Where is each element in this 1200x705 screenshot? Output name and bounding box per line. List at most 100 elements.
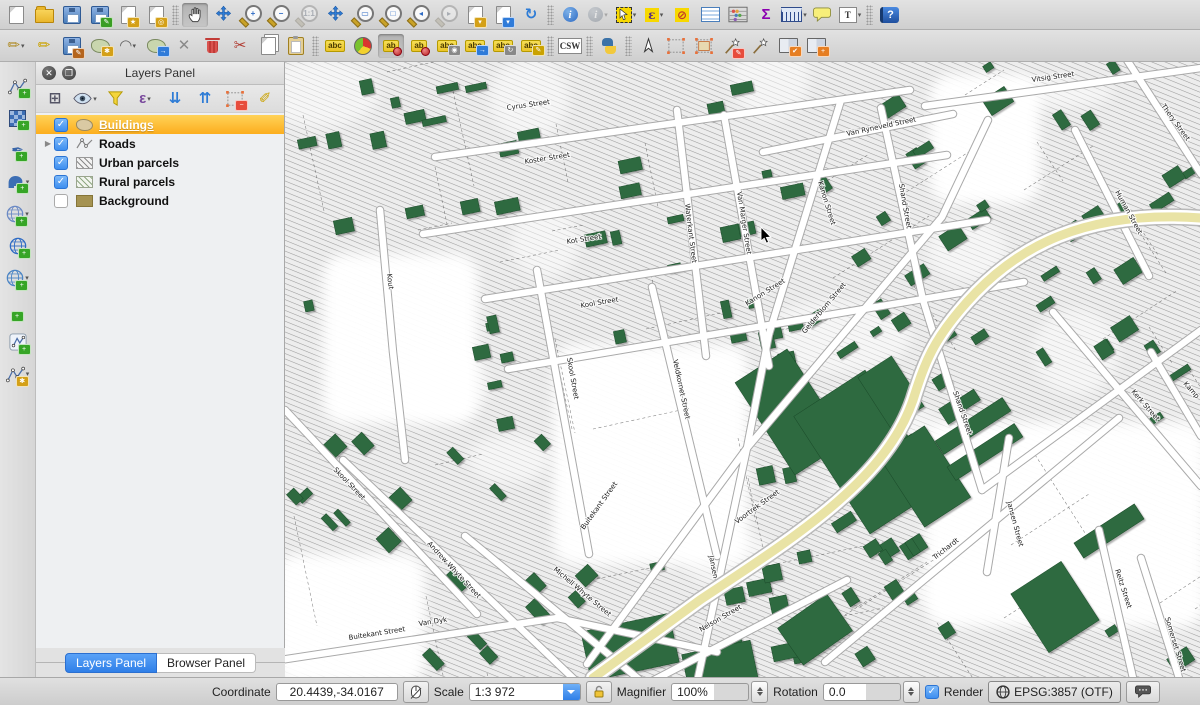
- toggle-editing-button[interactable]: ✏: [31, 34, 57, 58]
- layer-row-roads[interactable]: ▶✓Roads: [36, 134, 284, 153]
- expander-icon[interactable]: ▶: [42, 139, 54, 148]
- circular-string-button[interactable]: ◠▾: [115, 34, 141, 58]
- new-virtual-layer-button[interactable]: ✱▾: [5, 362, 31, 386]
- new-bookmark-button[interactable]: ▾: [462, 3, 488, 27]
- panel-float-icon[interactable]: ❐: [62, 66, 76, 80]
- layer-row-background[interactable]: Background: [36, 191, 284, 210]
- refresh-map-button[interactable]: ↻: [518, 3, 544, 27]
- zoom-in-button[interactable]: +: [238, 3, 264, 27]
- metasearch-csw-button[interactable]: CSW: [557, 34, 583, 58]
- style-book-add-button[interactable]: +: [803, 34, 829, 58]
- label-move-button[interactable]: abc→: [462, 34, 488, 58]
- coordinate-input[interactable]: 20.4439,-34.0167: [276, 683, 398, 701]
- toggle-extents-button[interactable]: [403, 681, 429, 703]
- new-print-composer-button[interactable]: ★: [115, 3, 141, 27]
- expand-all-button[interactable]: ⇊: [161, 87, 189, 111]
- crs-status-button[interactable]: EPSG:3857 (OTF): [988, 681, 1121, 703]
- layer-checkbox[interactable]: ✓: [54, 175, 68, 189]
- label-pie-button[interactable]: [350, 34, 376, 58]
- add-feature-button[interactable]: ✱: [87, 34, 113, 58]
- clean-style-button[interactable]: ✐: [251, 87, 279, 111]
- map-tips-button[interactable]: [809, 3, 835, 27]
- add-group-button[interactable]: ⊞: [41, 87, 69, 111]
- layer-row-rural-parcels[interactable]: ✓Rural parcels: [36, 172, 284, 191]
- save-project-button[interactable]: [59, 3, 85, 27]
- save-layer-edits-button[interactable]: ✎: [59, 34, 85, 58]
- add-raster-layer-button[interactable]: +: [5, 106, 31, 130]
- magnifier-stepper[interactable]: [751, 681, 768, 703]
- north-arrow-button[interactable]: [635, 34, 661, 58]
- image-frame-button[interactable]: [691, 34, 717, 58]
- composer-manager-button[interactable]: ◎: [143, 3, 169, 27]
- add-wfs-layer-button[interactable]: +▾: [5, 266, 31, 290]
- label-layer-button[interactable]: abc: [322, 34, 348, 58]
- zoom-last-button[interactable]: ◂: [406, 3, 432, 27]
- open-project-button[interactable]: [31, 3, 57, 27]
- scale-lock-button[interactable]: [586, 681, 612, 703]
- python-console-button[interactable]: [596, 34, 622, 58]
- select-region-button[interactable]: [663, 34, 689, 58]
- filter-legend-button[interactable]: [101, 87, 129, 111]
- statistical-summary-button[interactable]: Σ: [753, 3, 779, 27]
- move-feature-button[interactable]: →: [143, 34, 169, 58]
- rotation-stepper[interactable]: [903, 681, 920, 703]
- map-canvas[interactable]: Cyrus StreetKoster StreetKot StreetKool …: [285, 62, 1200, 677]
- style-book-check-button[interactable]: ✔: [775, 34, 801, 58]
- remove-layer-button[interactable]: −: [221, 87, 249, 111]
- new-project-button[interactable]: [3, 3, 29, 27]
- zoom-to-layer-button[interactable]: ▭: [350, 3, 376, 27]
- magnifier-spinbox[interactable]: 100%: [671, 681, 768, 703]
- layer-checkbox[interactable]: ✓: [54, 137, 68, 151]
- text-annotation-button[interactable]: T▾: [837, 3, 863, 27]
- open-attribute-table-button[interactable]: [697, 3, 723, 27]
- filter-by-expression-button[interactable]: ε▾: [131, 87, 159, 111]
- pan-map-button[interactable]: [182, 3, 208, 27]
- rotation-spinbox[interactable]: 0.0: [823, 681, 920, 703]
- deselect-all-button[interactable]: ⊘: [669, 3, 695, 27]
- help-button[interactable]: ?: [876, 3, 902, 27]
- pan-to-selection-button[interactable]: [210, 3, 236, 27]
- current-edits-button[interactable]: ✏▾: [3, 34, 29, 58]
- field-calculator-button[interactable]: [725, 3, 751, 27]
- save-project-as-button[interactable]: ✎: [87, 3, 113, 27]
- panel-close-icon[interactable]: ✕: [42, 66, 56, 80]
- select-by-expression-button[interactable]: ε▾: [641, 3, 667, 27]
- add-mssql-layer-button[interactable]: +▾: [5, 202, 31, 226]
- layer-row-buildings[interactable]: ✓Buildings: [36, 115, 284, 134]
- label-rotate-button[interactable]: abc↻: [490, 34, 516, 58]
- style-wand-button[interactable]: [747, 34, 773, 58]
- delete-selected-button[interactable]: [199, 34, 225, 58]
- manage-visibility-button[interactable]: ▾: [71, 87, 99, 111]
- label-properties-button[interactable]: abc✎: [518, 34, 544, 58]
- cut-features-button[interactable]: ✂: [227, 34, 253, 58]
- zoom-full-button[interactable]: [322, 3, 348, 27]
- add-wms-layer-button[interactable]: +: [5, 234, 31, 258]
- magnifier-value[interactable]: 100%: [671, 683, 749, 701]
- node-tool-button[interactable]: ✕: [171, 34, 197, 58]
- label-visibility-button[interactable]: abc◉: [434, 34, 460, 58]
- layer-checkbox[interactable]: [54, 194, 68, 208]
- add-delimited-text-layer-button[interactable]: ,+: [5, 298, 31, 322]
- scale-dropdown-icon[interactable]: [563, 684, 580, 700]
- zoom-to-selection-button[interactable]: □: [378, 3, 404, 27]
- messages-button[interactable]: [1126, 681, 1160, 703]
- add-vector-layer-button[interactable]: +: [5, 74, 31, 98]
- rotation-value[interactable]: 0.0: [823, 683, 901, 701]
- autostyle-wand-button[interactable]: ✎: [719, 34, 745, 58]
- tab-layers-panel[interactable]: Layers Panel: [65, 653, 157, 673]
- label-pin-active-button[interactable]: ab: [378, 34, 404, 58]
- layer-row-urban-parcels[interactable]: ✓Urban parcels: [36, 153, 284, 172]
- layer-checkbox[interactable]: ✓: [54, 156, 68, 170]
- zoom-out-button[interactable]: −: [266, 3, 292, 27]
- paste-features-button[interactable]: [283, 34, 309, 58]
- select-features-button[interactable]: ▾: [613, 3, 639, 27]
- collapse-all-button[interactable]: ⇈: [191, 87, 219, 111]
- add-postgis-layer-button[interactable]: +▾: [5, 170, 31, 194]
- add-spatialite-layer-button[interactable]: ✒+: [5, 138, 31, 162]
- scale-combo[interactable]: 1:3 972: [469, 683, 581, 701]
- render-checkbox[interactable]: ✓: [925, 685, 939, 699]
- layer-checkbox[interactable]: ✓: [54, 118, 68, 132]
- copy-features-button[interactable]: [255, 34, 281, 58]
- show-bookmarks-button[interactable]: ▾: [490, 3, 516, 27]
- identify-features-button[interactable]: i: [557, 3, 583, 27]
